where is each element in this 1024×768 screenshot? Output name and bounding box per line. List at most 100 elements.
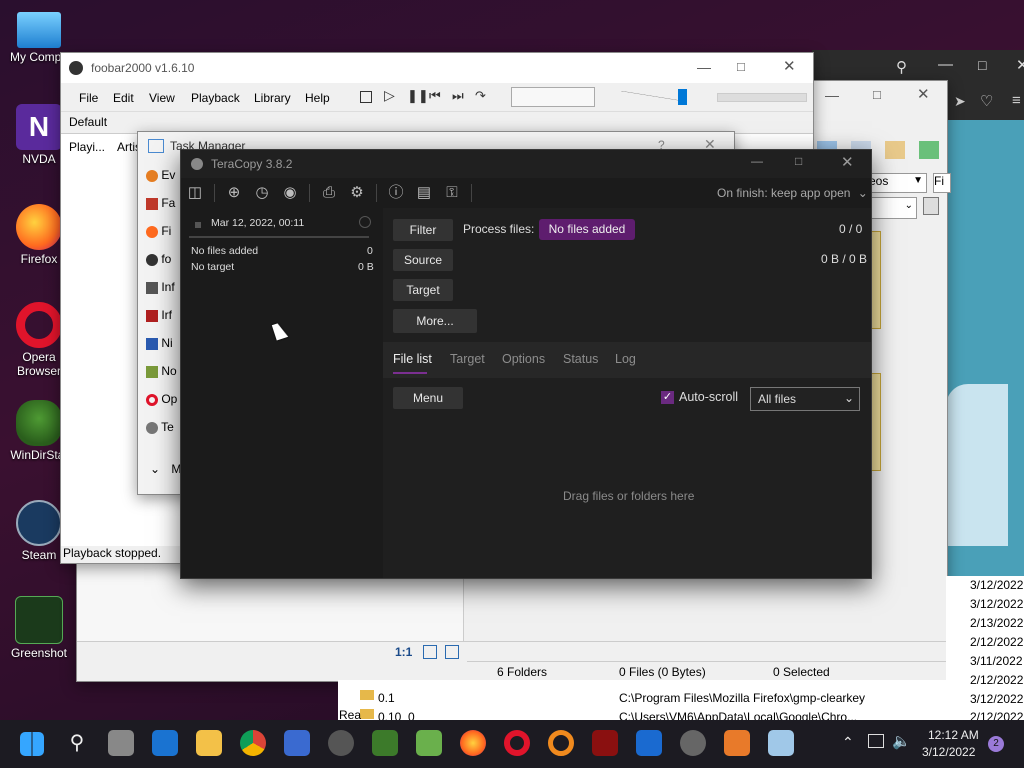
- key-icon[interactable]: ⚿: [438, 178, 466, 208]
- notification-badge[interactable]: 2: [988, 736, 1004, 752]
- volume-icon[interactable]: 🔈: [892, 732, 911, 750]
- autoscroll-checkbox[interactable]: ✓: [661, 391, 674, 404]
- maximize-icon[interactable]: □: [737, 59, 745, 74]
- next-icon[interactable]: ⏭: [452, 88, 464, 104]
- playback-order-select[interactable]: [511, 87, 595, 107]
- random-icon[interactable]: ↷: [475, 88, 486, 104]
- menu-button[interactable]: Menu: [393, 387, 463, 409]
- minimize-icon[interactable]: —: [938, 56, 953, 73]
- maximize-icon[interactable]: □: [978, 57, 986, 73]
- menu-view[interactable]: View: [149, 91, 175, 105]
- target-button[interactable]: Target: [393, 279, 453, 301]
- info-icon[interactable]: ⓘ: [382, 178, 410, 208]
- process-row[interactable]: Irf: [146, 308, 172, 322]
- filter-button[interactable]: Filter: [393, 219, 453, 241]
- tab-file-list[interactable]: File list: [393, 352, 432, 366]
- task-view-icon[interactable]: [108, 730, 134, 756]
- process-row[interactable]: Inf: [146, 280, 175, 294]
- process-row[interactable]: Fi: [146, 224, 171, 238]
- list-item[interactable]: 0.1: [378, 691, 395, 705]
- close-icon[interactable]: ✕: [917, 85, 930, 103]
- process-row[interactable]: fo: [146, 252, 171, 266]
- maximize-icon[interactable]: □: [873, 87, 881, 102]
- file-type-select[interactable]: All files ⌄: [750, 387, 860, 411]
- menu-library[interactable]: Library: [254, 91, 291, 105]
- menu-edit[interactable]: Edit: [113, 91, 134, 105]
- clock-time[interactable]: 12:12 AM: [928, 728, 979, 742]
- menu-playback[interactable]: Playback: [191, 91, 240, 105]
- close-icon[interactable]: ✕: [783, 57, 796, 75]
- close-icon[interactable]: ✕: [841, 153, 854, 171]
- stop-icon[interactable]: [360, 91, 372, 103]
- tab-options[interactable]: Options: [502, 352, 545, 366]
- menu-help[interactable]: Help: [305, 91, 330, 105]
- process-row[interactable]: No: [146, 364, 177, 378]
- heart-icon[interactable]: ♡: [980, 92, 993, 110]
- card-icon[interactable]: ▤: [410, 178, 438, 208]
- menu-icon[interactable]: ≡: [1012, 92, 1021, 109]
- videos-select[interactable]: eos ▼: [865, 173, 927, 193]
- app-icon[interactable]: [284, 730, 310, 756]
- clock-date[interactable]: 3/12/2022: [922, 745, 975, 759]
- job-item[interactable]: Mar 12, 2022, 00:11: [187, 214, 373, 240]
- pause-icon[interactable]: ❚❚: [407, 88, 429, 104]
- fullscreen-icon[interactable]: [919, 141, 939, 159]
- source-button[interactable]: Source: [393, 249, 453, 271]
- chrome-icon[interactable]: [240, 730, 266, 756]
- minimize-icon[interactable]: —: [751, 154, 763, 168]
- search-icon[interactable]: ⚲: [64, 730, 90, 756]
- favorites-icon[interactable]: ◉: [276, 178, 304, 208]
- opera-icon[interactable]: [504, 730, 530, 756]
- search-app-icon[interactable]: [548, 730, 574, 756]
- windirstat-icon[interactable]: [372, 730, 398, 756]
- previous-icon[interactable]: ⏮: [429, 88, 441, 104]
- widgets-icon[interactable]: [152, 730, 178, 756]
- process-files-badge[interactable]: No files added: [539, 219, 635, 240]
- send-icon[interactable]: ➤: [954, 93, 966, 110]
- minimize-icon[interactable]: —: [697, 59, 711, 75]
- print-icon[interactable]: ⎙: [315, 178, 343, 208]
- gear-icon[interactable]: ⚙: [343, 178, 371, 208]
- list-item[interactable]: C:\Program Files\Mozilla Firefox\gmp-cle…: [619, 691, 865, 705]
- tab-target[interactable]: Target: [450, 352, 485, 366]
- close-icon[interactable]: ✕: [1016, 56, 1024, 74]
- more-button[interactable]: More...: [393, 309, 477, 333]
- on-finish-select[interactable]: On finish: keep app open ⌄: [717, 186, 868, 200]
- maximize-icon[interactable]: □: [795, 154, 802, 168]
- process-row[interactable]: Fa: [146, 196, 175, 210]
- job-stop-icon[interactable]: [359, 216, 371, 228]
- playlist-tab-default[interactable]: Default: [69, 115, 107, 129]
- tab-status[interactable]: Status: [563, 352, 598, 366]
- panel-toggle-icon[interactable]: ◫: [181, 178, 209, 208]
- app-icon[interactable]: [680, 730, 706, 756]
- app-icon[interactable]: [416, 730, 442, 756]
- file-explorer-icon[interactable]: [196, 730, 222, 756]
- process-row[interactable]: Ni: [146, 336, 173, 350]
- thumbnail-view-icon[interactable]: [885, 141, 905, 159]
- search-icon[interactable]: ⚲: [896, 58, 907, 76]
- seek-bar[interactable]: [717, 93, 807, 102]
- app-icon[interactable]: [328, 730, 354, 756]
- volume-handle[interactable]: [678, 89, 687, 105]
- play-icon[interactable]: ▷: [384, 87, 395, 104]
- process-row[interactable]: Op: [146, 392, 177, 406]
- app-icon[interactable]: [768, 730, 794, 756]
- fullscreen-icon[interactable]: [445, 645, 459, 659]
- app-icon[interactable]: [592, 730, 618, 756]
- volume-slider[interactable]: [621, 91, 683, 101]
- desktop-icon-greenshot[interactable]: Greenshot: [0, 596, 78, 660]
- add-icon[interactable]: ⊕: [220, 178, 248, 208]
- history-icon[interactable]: ◷: [248, 178, 276, 208]
- fi-select[interactable]: Fi: [933, 173, 951, 193]
- chevron-up-icon[interactable]: ⌃: [842, 734, 854, 751]
- column-playing[interactable]: Playi...: [69, 140, 105, 154]
- tab-log[interactable]: Log: [615, 352, 636, 366]
- firefox-icon[interactable]: [460, 730, 486, 756]
- more-details[interactable]: ⌄ M: [150, 462, 181, 476]
- app-icon[interactable]: [636, 730, 662, 756]
- minimize-icon[interactable]: —: [825, 87, 839, 103]
- start-icon[interactable]: [20, 732, 44, 756]
- menu-file[interactable]: File: [79, 91, 98, 105]
- process-row[interactable]: Ev: [146, 168, 175, 182]
- path-select[interactable]: ⌄: [865, 197, 917, 219]
